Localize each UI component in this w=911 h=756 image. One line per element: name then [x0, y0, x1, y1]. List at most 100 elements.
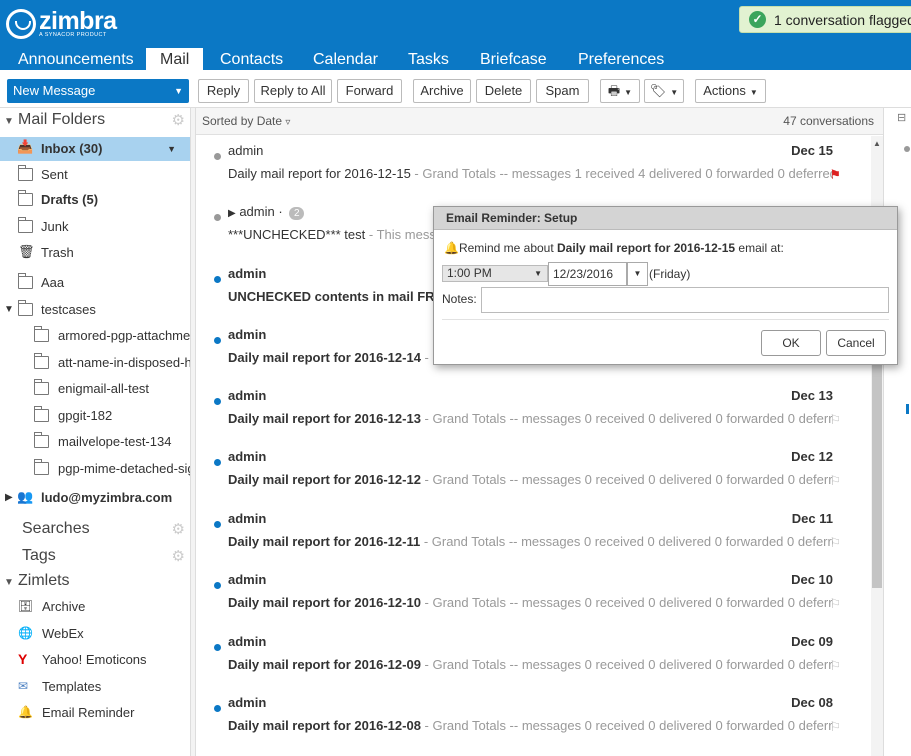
zimlet-yahoo-emoticons[interactable]: Y Yahoo! Emoticons [0, 648, 190, 672]
archive-button[interactable]: Archive [413, 79, 471, 103]
sort-label: Sorted by Date [202, 114, 283, 128]
cancel-button[interactable]: Cancel [826, 330, 886, 356]
zimlets-header[interactable]: ▼ Zimlets [4, 572, 70, 590]
message-row[interactable]: admin Dec 11 Daily mail report for 2016-… [196, 505, 869, 566]
message-subject: Daily mail report for 2016-12-14 [228, 350, 421, 365]
sidebar-item-pgp-mime-detached-signature[interactable]: pgp-mime-detached-signature [0, 457, 190, 481]
read-status-dot [904, 146, 910, 152]
tab-mail[interactable]: Mail [146, 48, 204, 74]
unread-status-dot[interactable] [214, 644, 221, 651]
searches-header[interactable]: Searches ⚙ [22, 520, 190, 538]
message-date: Dec 10 [791, 572, 833, 587]
sidebar-item-enigmail-all-test[interactable]: enigmail-all-test [0, 377, 190, 401]
date-picker-button[interactable]: ▼ [627, 262, 648, 286]
reply-all-button[interactable]: Reply to All [254, 79, 332, 103]
delete-button[interactable]: Delete [476, 79, 531, 103]
mail-folders-label: Mail Folders [18, 111, 106, 128]
unread-status-dot[interactable] [214, 276, 221, 283]
account-label: ludo@myzimbra.com [41, 490, 173, 505]
unread-status-dot[interactable] [214, 582, 221, 589]
sidebar-item-shared-account[interactable]: ▶ 👥 ludo@myzimbra.com [0, 486, 190, 510]
spam-button[interactable]: Spam [536, 79, 589, 103]
tag-button[interactable]: 🏷 ▼ [644, 79, 684, 103]
zimbra-logo[interactable]: zimbra A SYNACOR PRODUCT [6, 8, 117, 39]
flag-icon[interactable]: ⚐ [829, 473, 841, 489]
message-row[interactable]: admin Dec 10 Daily mail report for 2016-… [196, 566, 869, 627]
read-status-dot[interactable] [214, 214, 221, 221]
chevron-down-icon[interactable]: ▼ [174, 79, 183, 103]
read-status-dot[interactable] [214, 153, 221, 160]
chevron-down-icon[interactable]: ▼ [167, 137, 176, 161]
sidebar-item-trash[interactable]: 🗑 Trash [0, 241, 190, 265]
tab-briefcase[interactable]: Briefcase [480, 48, 547, 72]
folder-icon [34, 326, 49, 342]
drafts-icon [18, 190, 33, 206]
collapse-triangle-icon[interactable]: ▼ [4, 116, 18, 127]
print-button[interactable]: 🖶 ▼ [600, 79, 640, 103]
sort-by-date-button[interactable]: Sorted by Date ▿ [202, 108, 290, 136]
forward-button[interactable]: Forward [337, 79, 402, 103]
collapse-triangle-icon[interactable]: ▼ [4, 298, 14, 322]
folder-label: armored-pgp-attachment [58, 328, 190, 343]
unread-status-dot[interactable] [214, 459, 221, 466]
date-input[interactable]: 12/23/2016 [548, 262, 627, 286]
tab-tasks[interactable]: Tasks [408, 48, 449, 72]
folder-label: Aaa [41, 275, 65, 290]
actions-button[interactable]: Actions ▼ [695, 79, 766, 103]
unread-status-dot[interactable] [214, 398, 221, 405]
message-row[interactable]: admin Dec 08 Daily mail report for 2016-… [196, 689, 869, 750]
gear-icon[interactable]: ⚙ [172, 111, 185, 129]
message-row[interactable]: admin Dec 09 Daily mail report for 2016-… [196, 628, 869, 689]
sidebar-item-inbox[interactable]: 📥 Inbox (30) ▼ [0, 137, 190, 161]
tab-announcements[interactable]: Announcements [18, 48, 134, 72]
zimlet-webex[interactable]: 🌐 WebEx [0, 622, 190, 646]
sidebar-item-sent[interactable]: Sent [0, 163, 190, 187]
message-row[interactable]: admin Dec 13 Daily mail report for 2016-… [196, 382, 869, 443]
ok-button[interactable]: OK [761, 330, 821, 356]
tab-preferences[interactable]: Preferences [578, 48, 664, 72]
bell-icon: 🔔 [18, 705, 33, 719]
time-select[interactable]: 1:00 PM ▼ [442, 265, 548, 282]
sidebar-item-junk[interactable]: Junk [0, 215, 190, 239]
sidebar-item-aaa[interactable]: Aaa [0, 271, 190, 295]
sidebar-item-armored-pgp-attachment[interactable]: armored-pgp-attachment [0, 324, 190, 348]
unread-status-dot[interactable] [214, 705, 221, 712]
tags-header[interactable]: Tags ⚙ [22, 547, 190, 565]
collapse-pane-icon[interactable]: ⊟ [897, 111, 906, 124]
notes-input[interactable] [481, 287, 889, 313]
unread-status-dot[interactable] [214, 337, 221, 344]
conversation-count-badge: 2 [289, 207, 305, 220]
collapse-triangle-icon[interactable]: ▼ [4, 577, 18, 588]
scroll-up-arrow-icon[interactable]: ▲ [873, 139, 881, 148]
tab-contacts[interactable]: Contacts [220, 48, 283, 72]
tab-calendar[interactable]: Calendar [313, 48, 378, 72]
message-row[interactable]: admin Dec 12 Daily mail report for 2016-… [196, 443, 869, 504]
expand-conversation-icon[interactable]: ▶ [228, 208, 236, 219]
expand-triangle-icon[interactable]: ▶ [5, 486, 13, 510]
flag-icon[interactable]: ⚐ [829, 719, 841, 735]
zimlet-archive[interactable]: 🗄 Archive [0, 595, 190, 619]
reply-button[interactable]: Reply [198, 79, 249, 103]
new-message-button[interactable]: New Message ▼ [7, 79, 189, 103]
flag-icon[interactable]: ⚐ [829, 412, 841, 428]
message-row[interactable]: admin Dec 15 Daily mail report for 2016-… [196, 137, 869, 198]
message-sender: admin [228, 572, 267, 587]
unread-status-dot[interactable] [214, 521, 221, 528]
gear-icon[interactable]: ⚙ [172, 520, 185, 538]
scrollbar-thumb[interactable] [872, 362, 882, 588]
sidebar-item-mailvelope-test-134[interactable]: mailvelope-test-134 [0, 430, 190, 454]
sidebar-item-gpgit-182[interactable]: gpgit-182 [0, 404, 190, 428]
dialog-title[interactable]: Email Reminder: Setup [434, 207, 897, 230]
mail-folders-header[interactable]: ▼ Mail Folders ⚙ [4, 111, 190, 129]
zimlet-email-reminder[interactable]: 🔔 Email Reminder [0, 701, 190, 725]
sidebar-item-testcases[interactable]: ▼ testcases [0, 298, 190, 322]
gear-icon[interactable]: ⚙ [172, 547, 185, 565]
flag-icon[interactable]: ⚐ [829, 658, 841, 674]
weekday-label: (Friday) [649, 267, 691, 281]
sidebar-item-drafts[interactable]: Drafts (5) [0, 188, 190, 212]
flag-icon[interactable]: ⚐ [829, 596, 841, 612]
zimlet-templates[interactable]: ✉ Templates [0, 675, 190, 699]
sidebar-item-att-name-in-disposed-header[interactable]: att-name-in-disposed-header [0, 351, 190, 375]
flag-icon[interactable]: ⚐ [829, 535, 841, 551]
flag-icon[interactable]: ⚑ [829, 167, 841, 183]
